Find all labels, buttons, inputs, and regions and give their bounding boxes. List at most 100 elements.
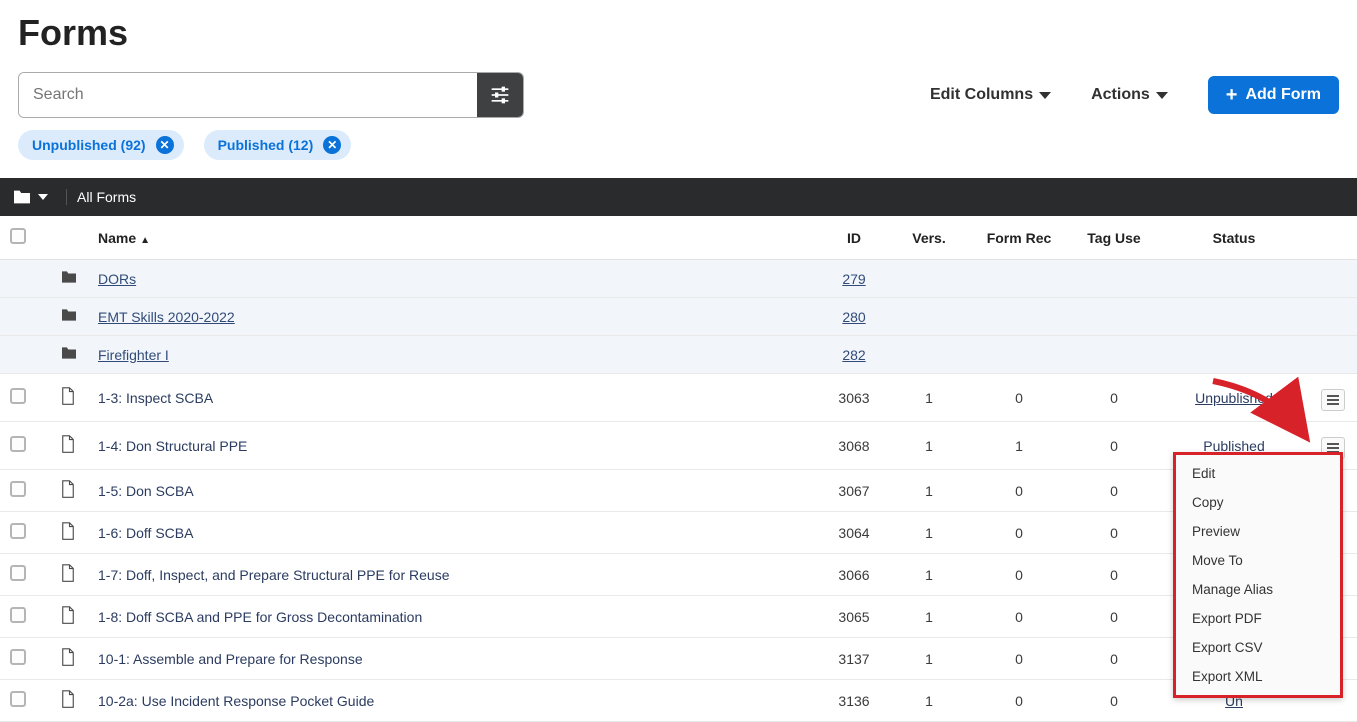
row-checkbox[interactable] <box>10 388 26 404</box>
form-rec: 0 <box>969 596 1069 638</box>
folder-picker[interactable] <box>12 189 67 205</box>
table-row: 1-5: Don SCBA3067100Pu <box>0 470 1357 512</box>
form-name[interactable]: 1-6: Doff SCBA <box>88 512 819 554</box>
menu-item[interactable]: Export PDF <box>1176 604 1340 633</box>
form-id: 3067 <box>819 470 889 512</box>
table-row: 1-7: Doff, Inspect, and Prepare Structur… <box>0 554 1357 596</box>
form-vers: 1 <box>889 596 969 638</box>
form-tag: 0 <box>1069 422 1159 470</box>
form-tag: 0 <box>1069 596 1159 638</box>
folder-icon <box>50 298 88 336</box>
edit-columns-button[interactable]: Edit Columns <box>930 86 1051 104</box>
form-id: 3137 <box>819 638 889 680</box>
caret-down-icon <box>1156 92 1168 99</box>
form-rec: 0 <box>969 554 1069 596</box>
sliders-icon <box>489 85 511 105</box>
file-icon <box>50 422 88 470</box>
table-row: DORs 279 <box>0 260 1357 298</box>
menu-item[interactable]: Manage Alias <box>1176 575 1340 604</box>
form-rec: 0 <box>969 512 1069 554</box>
filter-chip-unpublished[interactable]: Unpublished (92) ✕ <box>18 130 184 160</box>
row-menu-button[interactable] <box>1321 389 1345 411</box>
table-row: 10-2a: Use Incident Response Pocket Guid… <box>0 680 1357 722</box>
table-row: 1-8: Doff SCBA and PPE for Gross Deconta… <box>0 596 1357 638</box>
row-checkbox[interactable] <box>10 436 26 452</box>
folder-link[interactable]: Firefighter I <box>98 347 169 363</box>
table-row: EMT Skills 2020-2022 280 <box>0 298 1357 336</box>
filter-icon-button[interactable] <box>477 73 523 117</box>
form-rec: 0 <box>969 680 1069 722</box>
form-id: 3066 <box>819 554 889 596</box>
form-name[interactable]: 1-5: Don SCBA <box>88 470 819 512</box>
col-form-rec[interactable]: Form Rec <box>969 216 1069 260</box>
close-icon[interactable]: ✕ <box>323 136 341 154</box>
forms-table: Name▲ ID Vers. Form Rec Tag Use Status D… <box>0 216 1357 722</box>
file-icon <box>50 554 88 596</box>
folder-link[interactable]: DORs <box>98 271 136 287</box>
form-tag: 0 <box>1069 680 1159 722</box>
form-tag: 0 <box>1069 374 1159 422</box>
menu-item[interactable]: Export XML <box>1176 662 1340 691</box>
close-icon[interactable]: ✕ <box>156 136 174 154</box>
col-vers[interactable]: Vers. <box>889 216 969 260</box>
form-tag: 0 <box>1069 554 1159 596</box>
page-title: Forms <box>18 12 1339 54</box>
form-name[interactable]: 10-2a: Use Incident Response Pocket Guid… <box>88 680 819 722</box>
form-id: 3064 <box>819 512 889 554</box>
file-icon <box>50 374 88 422</box>
row-context-menu: EditCopyPreviewMove ToManage AliasExport… <box>1173 452 1343 698</box>
row-checkbox[interactable] <box>10 523 26 539</box>
row-checkbox[interactable] <box>10 649 26 665</box>
form-id: 3136 <box>819 680 889 722</box>
select-all-checkbox[interactable] <box>10 228 26 244</box>
folder-id[interactable]: 279 <box>842 271 865 287</box>
filter-chip-published[interactable]: Published (12) ✕ <box>204 130 352 160</box>
col-status[interactable]: Status <box>1159 216 1309 260</box>
file-icon <box>50 470 88 512</box>
form-name[interactable]: 10-1: Assemble and Prepare for Response <box>88 638 819 680</box>
caret-down-icon <box>1039 92 1051 99</box>
add-form-button[interactable]: + Add Form <box>1208 76 1339 114</box>
menu-item[interactable]: Preview <box>1176 517 1340 546</box>
menu-item[interactable]: Export CSV <box>1176 633 1340 662</box>
col-tag-use[interactable]: Tag Use <box>1069 216 1159 260</box>
folder-icon <box>12 189 32 205</box>
form-name[interactable]: 1-7: Doff, Inspect, and Prepare Structur… <box>88 554 819 596</box>
search-wrap <box>18 72 524 118</box>
table-header-row: Name▲ ID Vers. Form Rec Tag Use Status <box>0 216 1357 260</box>
chip-label: Published (12) <box>218 137 314 153</box>
folder-id[interactable]: 282 <box>842 347 865 363</box>
table-row: 10-1: Assemble and Prepare for Response3… <box>0 638 1357 680</box>
file-icon <box>50 512 88 554</box>
form-name[interactable]: 1-8: Doff SCBA and PPE for Gross Deconta… <box>88 596 819 638</box>
form-id: 3068 <box>819 422 889 470</box>
col-name[interactable]: Name▲ <box>88 216 819 260</box>
form-tag: 0 <box>1069 470 1159 512</box>
form-vers: 1 <box>889 680 969 722</box>
row-checkbox[interactable] <box>10 607 26 623</box>
menu-item[interactable]: Edit <box>1176 459 1340 488</box>
actions-label: Actions <box>1091 86 1150 104</box>
actions-button[interactable]: Actions <box>1091 86 1168 104</box>
col-id[interactable]: ID <box>819 216 889 260</box>
table-row: 1-4: Don Structural PPE3068110Published <box>0 422 1357 470</box>
status-link[interactable]: Unpublished <box>1195 390 1273 406</box>
folder-icon <box>50 336 88 374</box>
form-name[interactable]: 1-3: Inspect SCBA <box>88 374 819 422</box>
add-form-label: Add Form <box>1245 86 1321 104</box>
menu-item[interactable]: Copy <box>1176 488 1340 517</box>
row-checkbox[interactable] <box>10 691 26 707</box>
form-rec: 1 <box>969 422 1069 470</box>
form-vers: 1 <box>889 374 969 422</box>
folder-link[interactable]: EMT Skills 2020-2022 <box>98 309 235 325</box>
form-rec: 0 <box>969 374 1069 422</box>
form-name[interactable]: 1-4: Don Structural PPE <box>88 422 819 470</box>
search-input[interactable] <box>19 73 477 117</box>
row-checkbox[interactable] <box>10 565 26 581</box>
row-checkbox[interactable] <box>10 481 26 497</box>
folder-id[interactable]: 280 <box>842 309 865 325</box>
form-vers: 1 <box>889 422 969 470</box>
form-vers: 1 <box>889 470 969 512</box>
menu-item[interactable]: Move To <box>1176 546 1340 575</box>
edit-columns-label: Edit Columns <box>930 86 1033 104</box>
